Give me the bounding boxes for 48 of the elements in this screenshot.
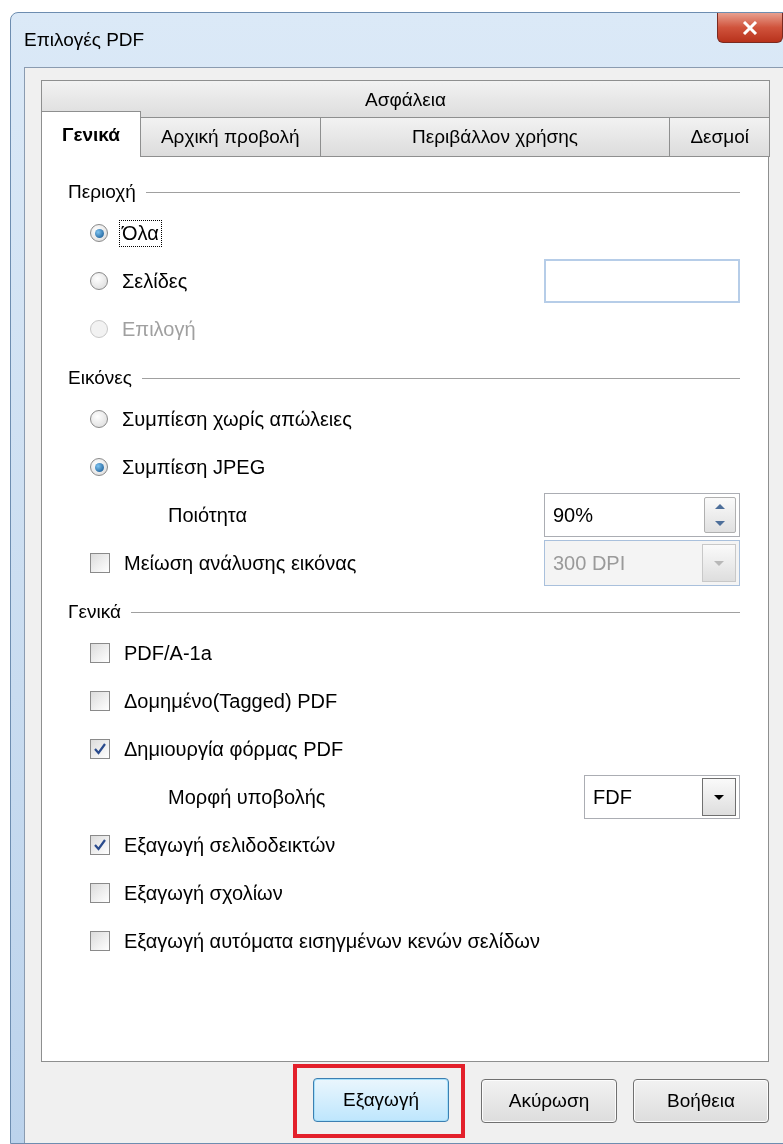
checkbox[interactable] bbox=[90, 835, 110, 855]
option-label: Δημιουργία φόρμας PDF bbox=[123, 736, 345, 762]
window-title: Επιλογές PDF bbox=[24, 29, 145, 51]
option-label: PDF/A-1a bbox=[123, 640, 213, 666]
dialog-button[interactable]: Εξαγωγή bbox=[313, 1078, 449, 1122]
tab[interactable]: Δεσμοί bbox=[669, 117, 770, 157]
dialog-button[interactable]: Βοήθεια bbox=[633, 1079, 769, 1123]
option-label: Επιλογή bbox=[121, 316, 197, 342]
radio-button[interactable] bbox=[90, 272, 108, 290]
section-title: Περιοχή bbox=[68, 181, 136, 203]
option-label: Εξαγωγή αυτόματα εισηγμένων κενών σελίδων bbox=[123, 928, 541, 954]
tab[interactable]: Περιβάλλον χρήσης bbox=[319, 117, 671, 157]
checkbox[interactable] bbox=[90, 931, 110, 951]
checkbox[interactable] bbox=[90, 691, 110, 711]
field-label: Μορφή υποβολής bbox=[167, 784, 327, 810]
checkbox[interactable] bbox=[90, 553, 110, 573]
radio-button[interactable] bbox=[90, 458, 108, 476]
close-button[interactable] bbox=[717, 13, 783, 43]
up-arrow-icon bbox=[714, 503, 726, 510]
option-label: Όλα bbox=[120, 220, 161, 246]
spin-field[interactable]: 90% bbox=[544, 493, 740, 537]
option-label: Σελίδες bbox=[121, 268, 189, 294]
option-label: Εξαγωγή σελιδοδεικτών bbox=[123, 832, 337, 858]
tab[interactable]: Ασφάλεια bbox=[41, 80, 770, 120]
radio-button[interactable] bbox=[90, 224, 108, 242]
option-label: Συμπίεση JPEG bbox=[121, 454, 267, 480]
dialog-button[interactable]: Ακύρωση bbox=[481, 1079, 617, 1123]
pages-input-field[interactable] bbox=[544, 259, 740, 303]
field-label: Ποιότητα bbox=[167, 502, 249, 528]
checkbox[interactable] bbox=[90, 739, 110, 759]
tab[interactable]: Αρχική προβολή bbox=[139, 117, 321, 157]
radio-button[interactable] bbox=[90, 410, 108, 428]
caret-icon bbox=[713, 793, 725, 801]
format-dropdown[interactable]: FDF bbox=[584, 775, 740, 819]
option-label: Συμπίεση χωρίς απώλειες bbox=[121, 406, 353, 432]
checkmark-icon bbox=[93, 838, 107, 852]
option-label: Δομημένο(Tagged) PDF bbox=[123, 688, 339, 714]
tab[interactable]: Γενικά bbox=[41, 111, 141, 157]
checkmark-icon bbox=[93, 742, 107, 756]
option-label: Μείωση ανάλυσης εικόνας bbox=[123, 550, 358, 576]
option-label: Εξαγωγή σχολίων bbox=[123, 880, 284, 906]
section-title: Γενικά bbox=[68, 601, 121, 623]
section-title: Εικόνες bbox=[68, 367, 132, 389]
caret-icon bbox=[713, 559, 725, 567]
checkbox[interactable] bbox=[90, 643, 110, 663]
down-arrow-icon bbox=[714, 520, 726, 527]
checkbox[interactable] bbox=[90, 883, 110, 903]
close-icon bbox=[742, 20, 758, 35]
